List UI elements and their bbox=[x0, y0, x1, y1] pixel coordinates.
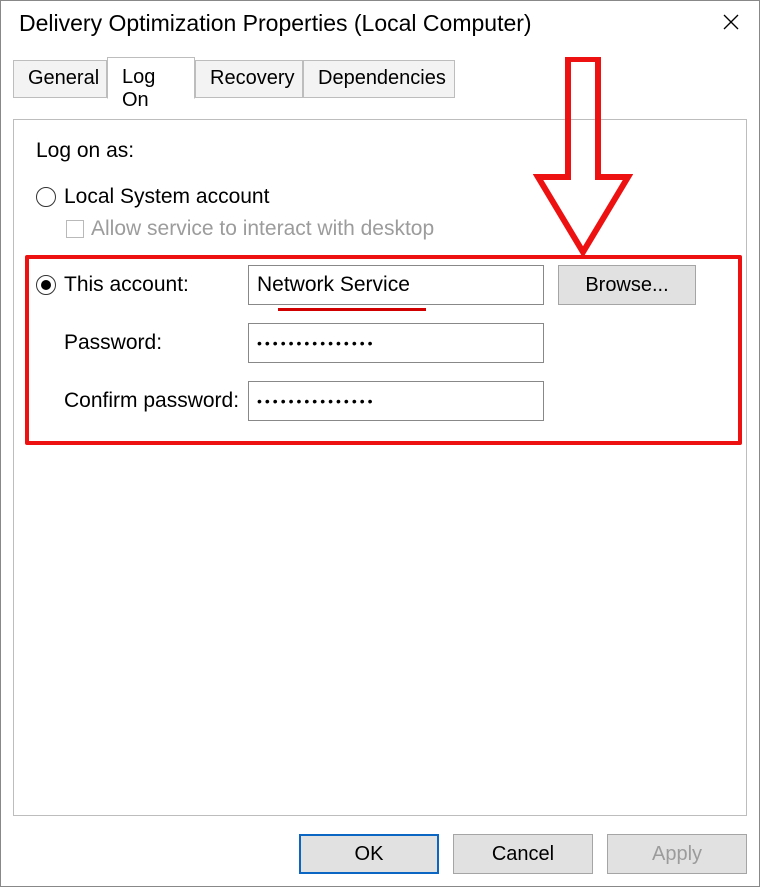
apply-button: Apply bbox=[607, 834, 747, 874]
confirm-password-label: Confirm password: bbox=[64, 389, 248, 413]
window-title: Delivery Optimization Properties (Local … bbox=[19, 10, 532, 37]
checkbox-allow-interact bbox=[66, 220, 84, 238]
log-on-panel: Log on as: Local System account Allow se… bbox=[14, 121, 746, 815]
browse-button[interactable]: Browse... bbox=[558, 265, 696, 305]
cancel-button[interactable]: Cancel bbox=[453, 834, 593, 874]
this-account-input[interactable] bbox=[248, 265, 544, 305]
checkbox-allow-interact-label: Allow service to interact with desktop bbox=[91, 217, 434, 241]
confirm-password-input[interactable] bbox=[248, 381, 544, 421]
dialog-buttons: OK Cancel Apply bbox=[299, 834, 747, 874]
radio-this-account-label: This account: bbox=[64, 273, 248, 297]
password-label: Password: bbox=[64, 331, 248, 355]
password-input[interactable] bbox=[248, 323, 544, 363]
radio-this-account[interactable] bbox=[36, 275, 56, 295]
ok-button[interactable]: OK bbox=[299, 834, 439, 874]
radio-local-system-label: Local System account bbox=[64, 185, 269, 209]
tab-recovery[interactable]: Recovery bbox=[195, 60, 303, 98]
dialog-window: Delivery Optimization Properties (Local … bbox=[0, 0, 760, 887]
log-on-as-heading: Log on as: bbox=[36, 139, 724, 163]
tab-strip: General Log On Recovery Dependencies bbox=[13, 57, 747, 99]
tab-general[interactable]: General bbox=[13, 60, 107, 98]
close-icon[interactable] bbox=[717, 9, 745, 37]
titlebar: Delivery Optimization Properties (Local … bbox=[1, 1, 759, 47]
tab-log-on[interactable]: Log On bbox=[107, 57, 195, 99]
tab-dependencies[interactable]: Dependencies bbox=[303, 60, 455, 98]
radio-local-system[interactable] bbox=[36, 187, 56, 207]
